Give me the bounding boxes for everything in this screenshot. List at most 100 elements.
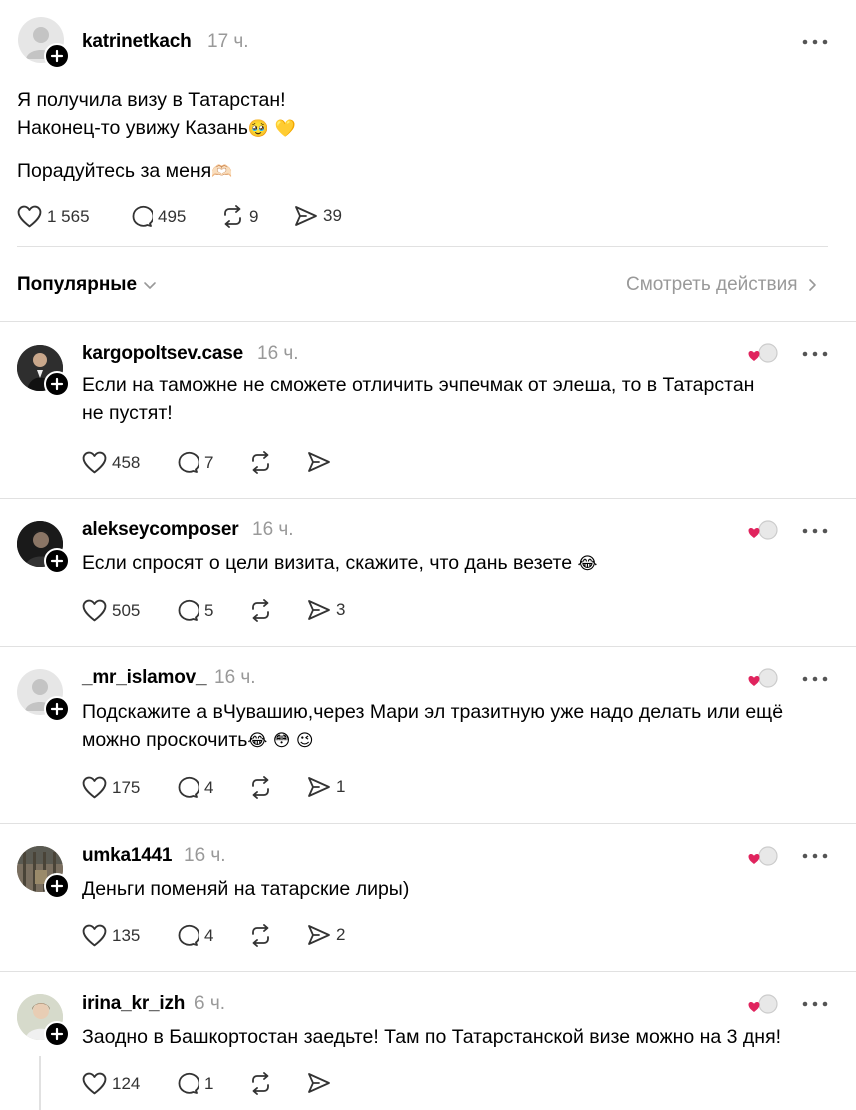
share-count: 1 xyxy=(336,777,346,796)
divider xyxy=(0,321,856,322)
comment-count: 4 xyxy=(204,925,214,945)
heart-icon xyxy=(82,1072,107,1095)
repost-button[interactable] xyxy=(248,599,273,622)
more-icon[interactable] xyxy=(802,39,828,45)
reply-text-line: Если спросят о цели визита, скажите, что… xyxy=(82,552,598,574)
like-count: 175 xyxy=(112,777,141,797)
like-count: 458 xyxy=(112,452,141,472)
post-text: Я получила визу в Татарстан! Наконец-то … xyxy=(17,86,296,186)
follow-plus-icon[interactable] xyxy=(44,43,70,69)
more-icon[interactable] xyxy=(802,351,828,357)
comment-count: 495 xyxy=(158,206,187,226)
divider xyxy=(0,971,856,972)
divider xyxy=(0,498,856,499)
share-button[interactable] xyxy=(307,1072,331,1094)
reply-username[interactable]: _mr_islamov_ xyxy=(82,667,207,689)
comment-icon xyxy=(178,924,199,946)
reply-text: Если на таможне не сможете отличить эчпе… xyxy=(82,371,754,427)
post-username[interactable]: katrinetkach xyxy=(82,31,192,53)
sort-dropdown[interactable]: Популярные xyxy=(17,274,157,296)
like-button[interactable]: 175 xyxy=(82,776,140,799)
sort-label: Популярные xyxy=(17,274,138,295)
post-time: 17 ч. xyxy=(207,31,249,52)
reply-username[interactable]: irina_kr_izh xyxy=(82,993,185,1015)
reply-text: Если спросят о цели визита, скажите, что… xyxy=(82,549,597,578)
reply-text-line: Деньги поменяй на татарские лиры) xyxy=(82,878,410,900)
chevron-right-icon xyxy=(809,279,817,291)
reply-text-line: Если на таможне не сможете отличить эчпе… xyxy=(82,374,755,396)
repost-button[interactable] xyxy=(248,776,273,799)
share-button[interactable]: 1 xyxy=(307,776,345,798)
share-button[interactable]: 3 xyxy=(307,599,345,621)
thread-line xyxy=(39,1056,41,1110)
comment-icon xyxy=(132,205,153,227)
share-icon xyxy=(308,925,330,945)
follow-plus-icon[interactable] xyxy=(44,873,70,899)
comment-button[interactable]: 4 xyxy=(175,776,213,799)
reply-text-line: можно проскочить😂 😳 😉 xyxy=(82,729,314,751)
reply-time: 16 ч. xyxy=(214,667,256,688)
like-button[interactable]: 458 xyxy=(82,451,140,474)
comment-button[interactable]: 4 xyxy=(175,924,213,947)
repost-button[interactable] xyxy=(248,924,273,947)
comment-icon xyxy=(178,1072,199,1094)
share-button[interactable]: 2 xyxy=(307,924,345,946)
reply-username[interactable]: kargopoltsev.case xyxy=(82,343,243,365)
repost-icon xyxy=(252,599,269,622)
liked-by-author-icon xyxy=(748,668,778,688)
like-button[interactable]: 505 xyxy=(82,599,140,622)
follow-plus-icon[interactable] xyxy=(44,1021,70,1047)
reply-username[interactable]: umka1441 xyxy=(82,845,173,867)
comment-button[interactable]: 5 xyxy=(175,599,213,622)
more-icon[interactable] xyxy=(802,1001,828,1007)
share-count: 3 xyxy=(336,600,346,619)
repost-icon xyxy=(252,1072,269,1095)
liked-by-author-icon xyxy=(748,343,778,363)
repost-icon xyxy=(252,451,269,474)
comment-button[interactable]: 495 xyxy=(129,205,186,228)
reply-username[interactable]: alekseycomposer xyxy=(82,519,239,541)
more-icon[interactable] xyxy=(802,853,828,859)
reply-time: 6 ч. xyxy=(194,993,226,1014)
like-button[interactable]: 124 xyxy=(82,1072,140,1095)
follow-plus-icon[interactable] xyxy=(44,696,70,722)
liked-by-author-icon xyxy=(748,520,778,540)
comment-icon xyxy=(178,776,199,798)
follow-plus-icon[interactable] xyxy=(44,371,70,397)
divider xyxy=(0,823,856,824)
share-button[interactable] xyxy=(307,451,331,473)
like-count: 1 565 xyxy=(47,206,90,226)
comment-button[interactable]: 7 xyxy=(175,451,213,474)
divider xyxy=(17,246,828,247)
share-button[interactable]: 39 xyxy=(294,205,342,227)
like-count: 135 xyxy=(112,925,141,945)
heart-icon xyxy=(82,924,107,947)
share-icon xyxy=(308,777,330,797)
comment-button[interactable]: 1 xyxy=(175,1072,213,1095)
like-button[interactable]: 1 565 xyxy=(17,205,90,228)
repost-button[interactable] xyxy=(248,1072,273,1095)
heart-icon xyxy=(82,451,107,474)
more-icon[interactable] xyxy=(802,528,828,534)
more-icon[interactable] xyxy=(802,676,828,682)
like-button[interactable]: 135 xyxy=(82,924,140,947)
comment-icon xyxy=(178,451,199,473)
like-count: 124 xyxy=(112,1073,141,1093)
like-count: 505 xyxy=(112,600,141,620)
reply-text-line: не пустят! xyxy=(82,402,173,424)
comment-count: 5 xyxy=(204,600,214,620)
follow-plus-icon[interactable] xyxy=(44,548,70,574)
repost-icon xyxy=(252,924,269,947)
share-icon xyxy=(295,206,317,226)
share-icon xyxy=(308,1073,330,1093)
comment-count: 7 xyxy=(204,452,214,472)
reply-time: 16 ч. xyxy=(257,343,299,364)
emoji: 🫶🏻 xyxy=(211,162,233,182)
repost-icon xyxy=(224,205,241,228)
repost-button[interactable] xyxy=(248,451,273,474)
heart-icon xyxy=(17,205,42,228)
view-activity-link[interactable]: Смотреть действия xyxy=(626,274,817,296)
repost-button[interactable]: 9 xyxy=(220,205,258,228)
heart-icon xyxy=(82,776,107,799)
post-text-line: Я получила визу в Татарстан! xyxy=(17,89,286,111)
